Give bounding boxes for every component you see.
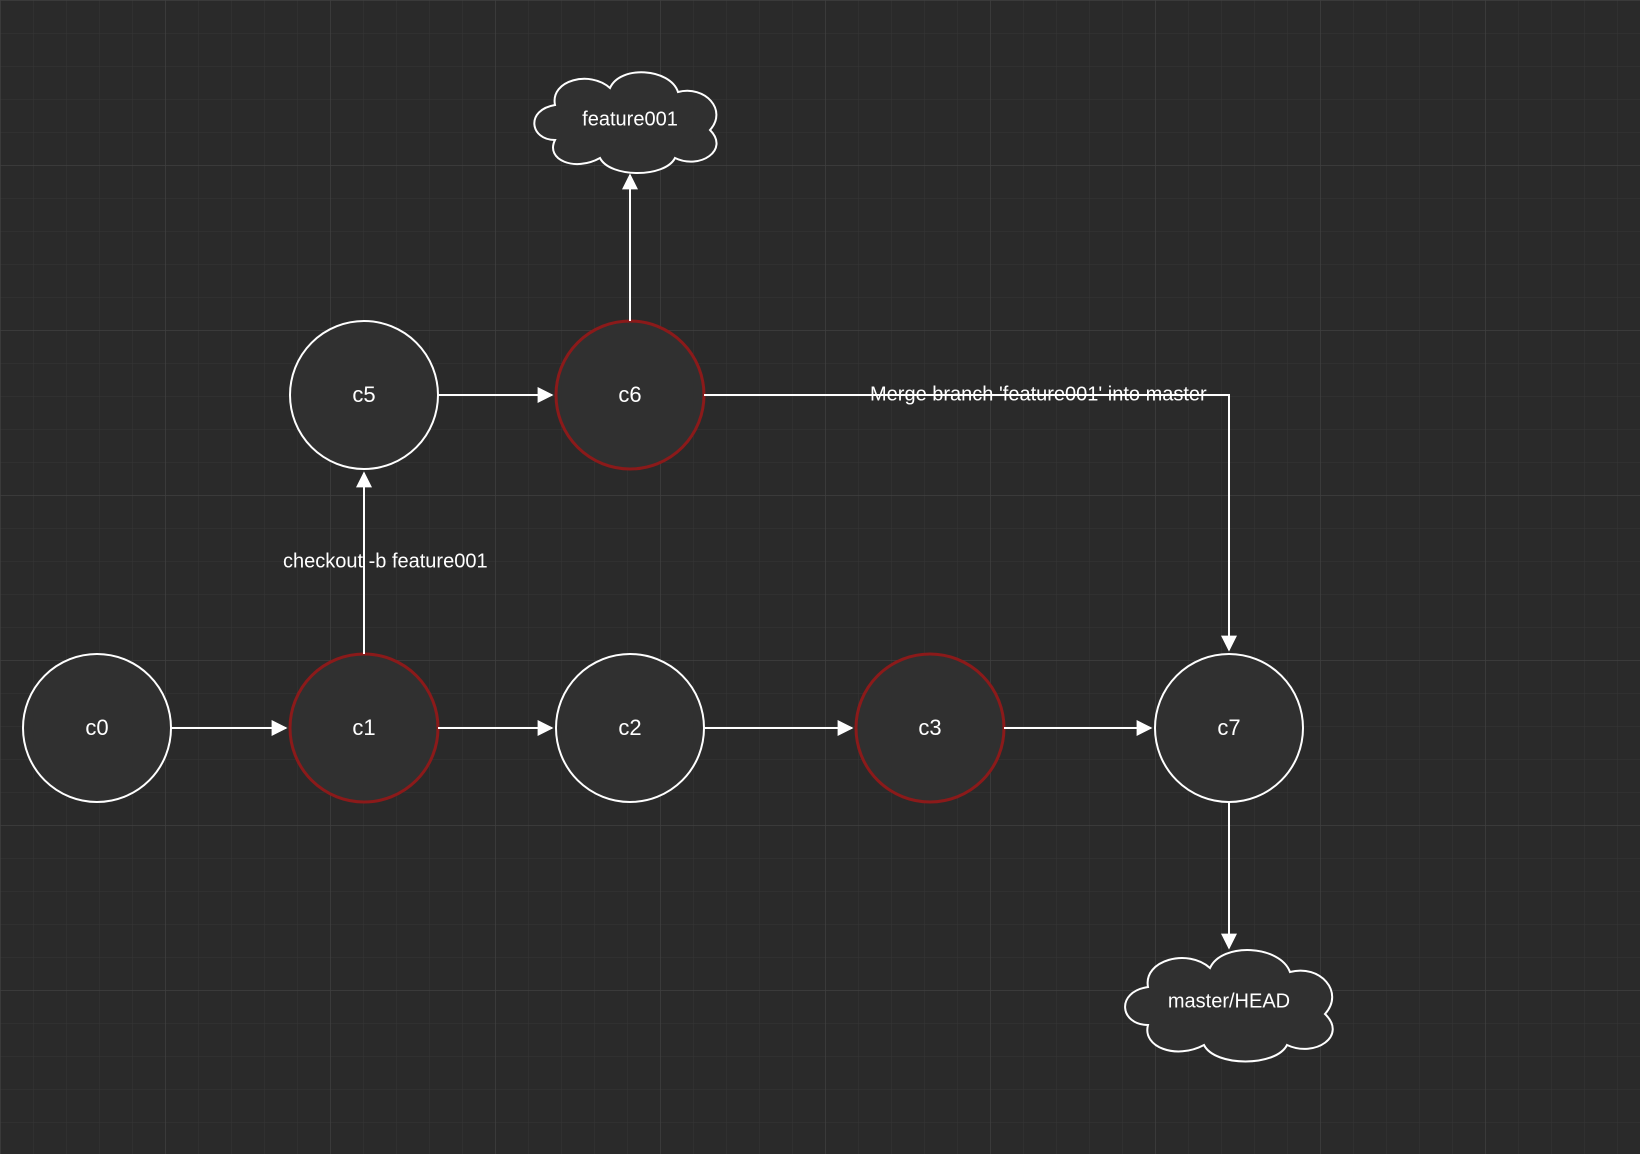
commit-node-c1: [290, 654, 438, 802]
commit-node-c6: [556, 321, 704, 469]
grid-and-shapes: [0, 0, 1640, 1154]
commit-node-c2: [556, 654, 704, 802]
commit-node-c5: [290, 321, 438, 469]
commit-node-c3: [856, 654, 1004, 802]
commit-node-c7: [1155, 654, 1303, 802]
grid-background: [0, 0, 1640, 1154]
commit-node-c0: [23, 654, 171, 802]
diagram-canvas: c0 c1 c2 c3 c7 c5 c6 feature001 master/H…: [0, 0, 1640, 1154]
